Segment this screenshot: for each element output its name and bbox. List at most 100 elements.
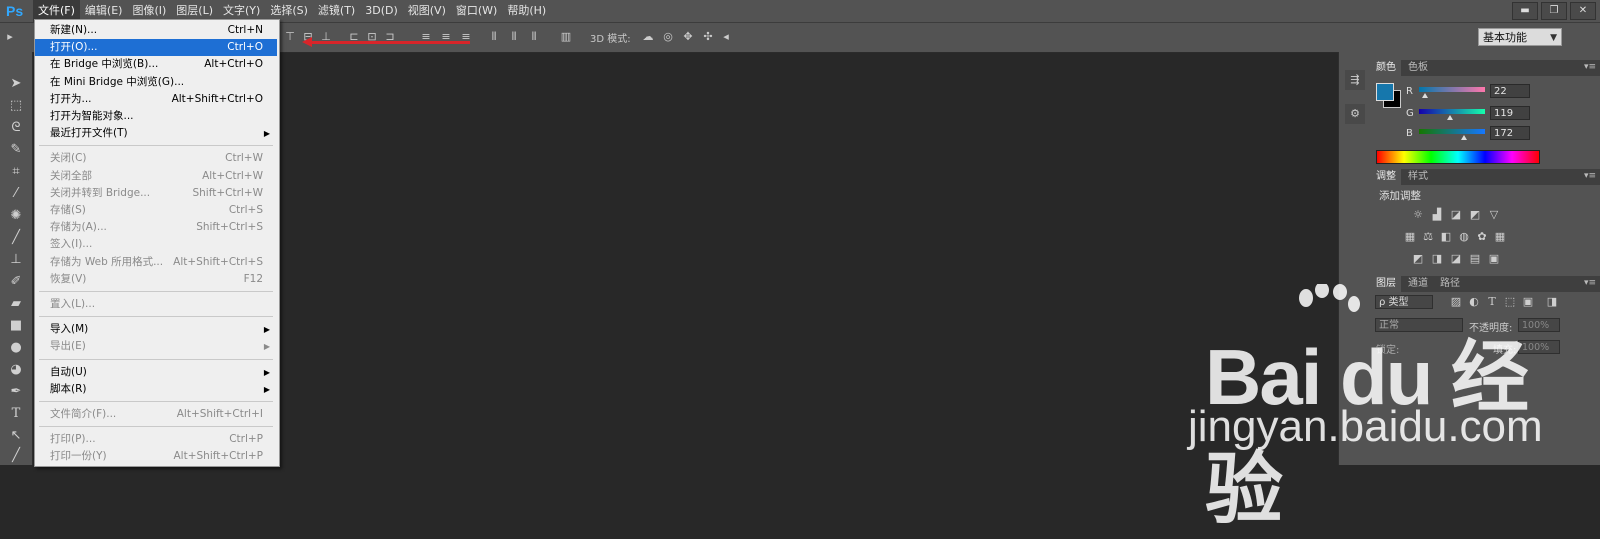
type-tool-icon[interactable]: T [6, 404, 26, 424]
file-menu-item-2[interactable]: 在 Bridge 中浏览(B)... Alt+Ctrl+O [35, 56, 277, 73]
move-tool-preset-icon[interactable]: ▸ [4, 31, 16, 43]
menu-10[interactable]: 帮助(H) [502, 0, 551, 22]
menu-8[interactable]: 视图(V) [403, 0, 451, 22]
quick-select-tool-icon[interactable]: ✎ [6, 140, 26, 160]
invert-icon[interactable]: ◩ [1411, 252, 1425, 266]
color-balance-icon[interactable]: ⚖ [1421, 230, 1435, 244]
blur-tool-icon[interactable]: ● [6, 338, 26, 358]
path-selection-tool-icon[interactable]: ↖ [6, 426, 26, 446]
filter-smart-object-icon[interactable]: ▣ [1521, 295, 1535, 309]
filter-shape-icon[interactable]: ⬚ [1503, 295, 1517, 309]
shape-tool-icon[interactable]: ╱ [6, 446, 26, 466]
minimize-button[interactable]: ▬ [1512, 2, 1538, 20]
photo-filter-icon[interactable]: ◍ [1457, 230, 1471, 244]
close-button[interactable]: ✕ [1570, 2, 1596, 20]
file-menu-item-19[interactable]: 脚本(R) ▶ [35, 381, 277, 398]
brightness-icon[interactable]: ☼ [1411, 208, 1425, 222]
blue-slider[interactable] [1419, 129, 1485, 140]
workspace-value: 基本功能 [1483, 31, 1527, 44]
roll-3d-icon[interactable]: ◎ [662, 31, 674, 43]
tab-adjustments[interactable]: 调整 [1371, 169, 1401, 185]
green-slider-knob[interactable] [1446, 115, 1453, 120]
lasso-tool-icon[interactable]: ᘓ [6, 118, 26, 138]
eyedropper-tool-icon[interactable]: ⁄ [6, 184, 26, 204]
threshold-icon[interactable]: ◪ [1449, 252, 1463, 266]
eraser-tool-icon[interactable]: ▰ [6, 294, 26, 314]
properties-panel-icon[interactable]: ⚙ [1345, 104, 1365, 124]
panel-menu-icon[interactable]: ▾≡ [1584, 276, 1596, 290]
watermark-url: jingyan.baidu.com [1188, 402, 1543, 451]
selective-color-icon[interactable]: ▣ [1487, 252, 1501, 266]
rotate-3d-icon[interactable]: ☁ [642, 31, 654, 43]
gradient-tool-icon[interactable]: ■ [6, 316, 26, 336]
menu-item-label: 最近打开文件(T) [50, 127, 128, 140]
posterize-icon[interactable]: ◨ [1430, 252, 1444, 266]
scale-3d-icon[interactable]: ◂ [720, 31, 732, 43]
menu-7[interactable]: 3D(D) [360, 0, 403, 22]
healing-brush-tool-icon[interactable]: ✺ [6, 206, 26, 226]
panel-menu-icon[interactable]: ▾≡ [1584, 60, 1596, 74]
curves-icon[interactable]: ◪ [1449, 208, 1463, 222]
levels-icon[interactable]: ▟ [1430, 208, 1444, 222]
file-menu-item-0[interactable]: 新建(N)... Ctrl+N [35, 22, 277, 39]
distribute-center-icon[interactable]: ⫴ [508, 31, 520, 43]
file-menu-item-18[interactable]: 自动(U) ▶ [35, 364, 277, 381]
crop-tool-icon[interactable]: ⌗ [6, 162, 26, 182]
tab-paths[interactable]: 路径 [1435, 276, 1465, 292]
green-value-field[interactable]: 119 [1490, 106, 1530, 120]
align-top-edges-icon[interactable]: ⊤ [284, 31, 296, 43]
gradient-map-icon[interactable]: ▤ [1468, 252, 1482, 266]
history-brush-tool-icon[interactable]: ✐ [6, 272, 26, 292]
menu-9[interactable]: 窗口(W) [451, 0, 502, 22]
distribute-right-icon[interactable]: ⫴ [528, 31, 540, 43]
file-menu-item-6[interactable]: 最近打开文件(T) ▶ [35, 125, 277, 142]
menu-separator [39, 426, 273, 428]
auto-align-icon[interactable]: ▥ [560, 31, 572, 43]
menu-separator [39, 145, 273, 147]
filter-adjustment-icon[interactable]: ◐ [1467, 295, 1481, 309]
channel-mixer-icon[interactable]: ✿ [1475, 230, 1489, 244]
file-menu-item-16[interactable]: 导入(M) ▶ [35, 321, 277, 338]
slide-3d-icon[interactable]: ✣ [702, 31, 714, 43]
red-slider[interactable] [1419, 87, 1485, 98]
tab-color[interactable]: 颜色 [1371, 60, 1401, 76]
marquee-tool-icon[interactable]: ⬚ [6, 96, 26, 116]
layer-filter-select[interactable]: ρ 类型 [1375, 295, 1433, 309]
tab-styles[interactable]: 样式 [1403, 169, 1433, 185]
restore-button[interactable]: ❐ [1541, 2, 1567, 20]
blue-value-field[interactable]: 172 [1490, 126, 1530, 140]
black-white-icon[interactable]: ◧ [1439, 230, 1453, 244]
file-menu-item-3[interactable]: 在 Mini Bridge 中浏览(G)... [35, 74, 277, 91]
blue-slider-knob[interactable] [1460, 135, 1467, 140]
exposure-icon[interactable]: ◩ [1468, 208, 1482, 222]
clone-stamp-tool-icon[interactable]: ⊥ [6, 250, 26, 270]
drag-3d-icon[interactable]: ✥ [682, 31, 694, 43]
filter-pixel-icon[interactable]: ▨ [1449, 295, 1463, 309]
panel-menu-icon[interactable]: ▾≡ [1584, 169, 1596, 183]
brush-tool-icon[interactable]: ╱ [6, 228, 26, 248]
tab-channels[interactable]: 通道 [1403, 276, 1433, 292]
foreground-color-swatch[interactable] [1376, 83, 1394, 101]
green-slider[interactable] [1419, 109, 1485, 120]
color-lookup-icon[interactable]: ▦ [1493, 230, 1507, 244]
filter-type-icon[interactable]: T [1485, 295, 1499, 309]
file-menu-item-4[interactable]: 打开为... Alt+Shift+Ctrl+O [35, 91, 277, 108]
red-value-field[interactable]: 22 [1490, 84, 1530, 98]
filter-toggle-icon[interactable]: ◨ [1545, 295, 1559, 309]
distribute-left-icon[interactable]: ⫴ [488, 31, 500, 43]
tab-layers[interactable]: 图层 [1371, 276, 1401, 292]
hue-saturation-icon[interactable]: ▦ [1403, 230, 1417, 244]
dodge-tool-icon[interactable]: ◕ [6, 360, 26, 380]
red-slider-knob[interactable] [1421, 93, 1428, 98]
menu-item-shortcut: Alt+Shift+Ctrl+P [173, 450, 264, 463]
history-panel-icon[interactable]: ⇶ [1345, 70, 1365, 90]
file-menu-item-1[interactable]: 打开(O)... Ctrl+O [35, 39, 277, 57]
vibrance-icon[interactable]: ▽ [1487, 208, 1501, 222]
move-tool-icon[interactable]: ➤ [6, 74, 26, 94]
workspace-select[interactable]: 基本功能 ▼ [1478, 28, 1562, 46]
menu-6[interactable]: 滤镜(T) [313, 0, 360, 22]
pen-tool-icon[interactable]: ✒ [6, 382, 26, 402]
tab-swatches[interactable]: 色板 [1403, 60, 1433, 76]
file-menu-item-5[interactable]: 打开为智能对象... [35, 108, 277, 125]
color-spectrum-bar[interactable] [1376, 150, 1540, 164]
